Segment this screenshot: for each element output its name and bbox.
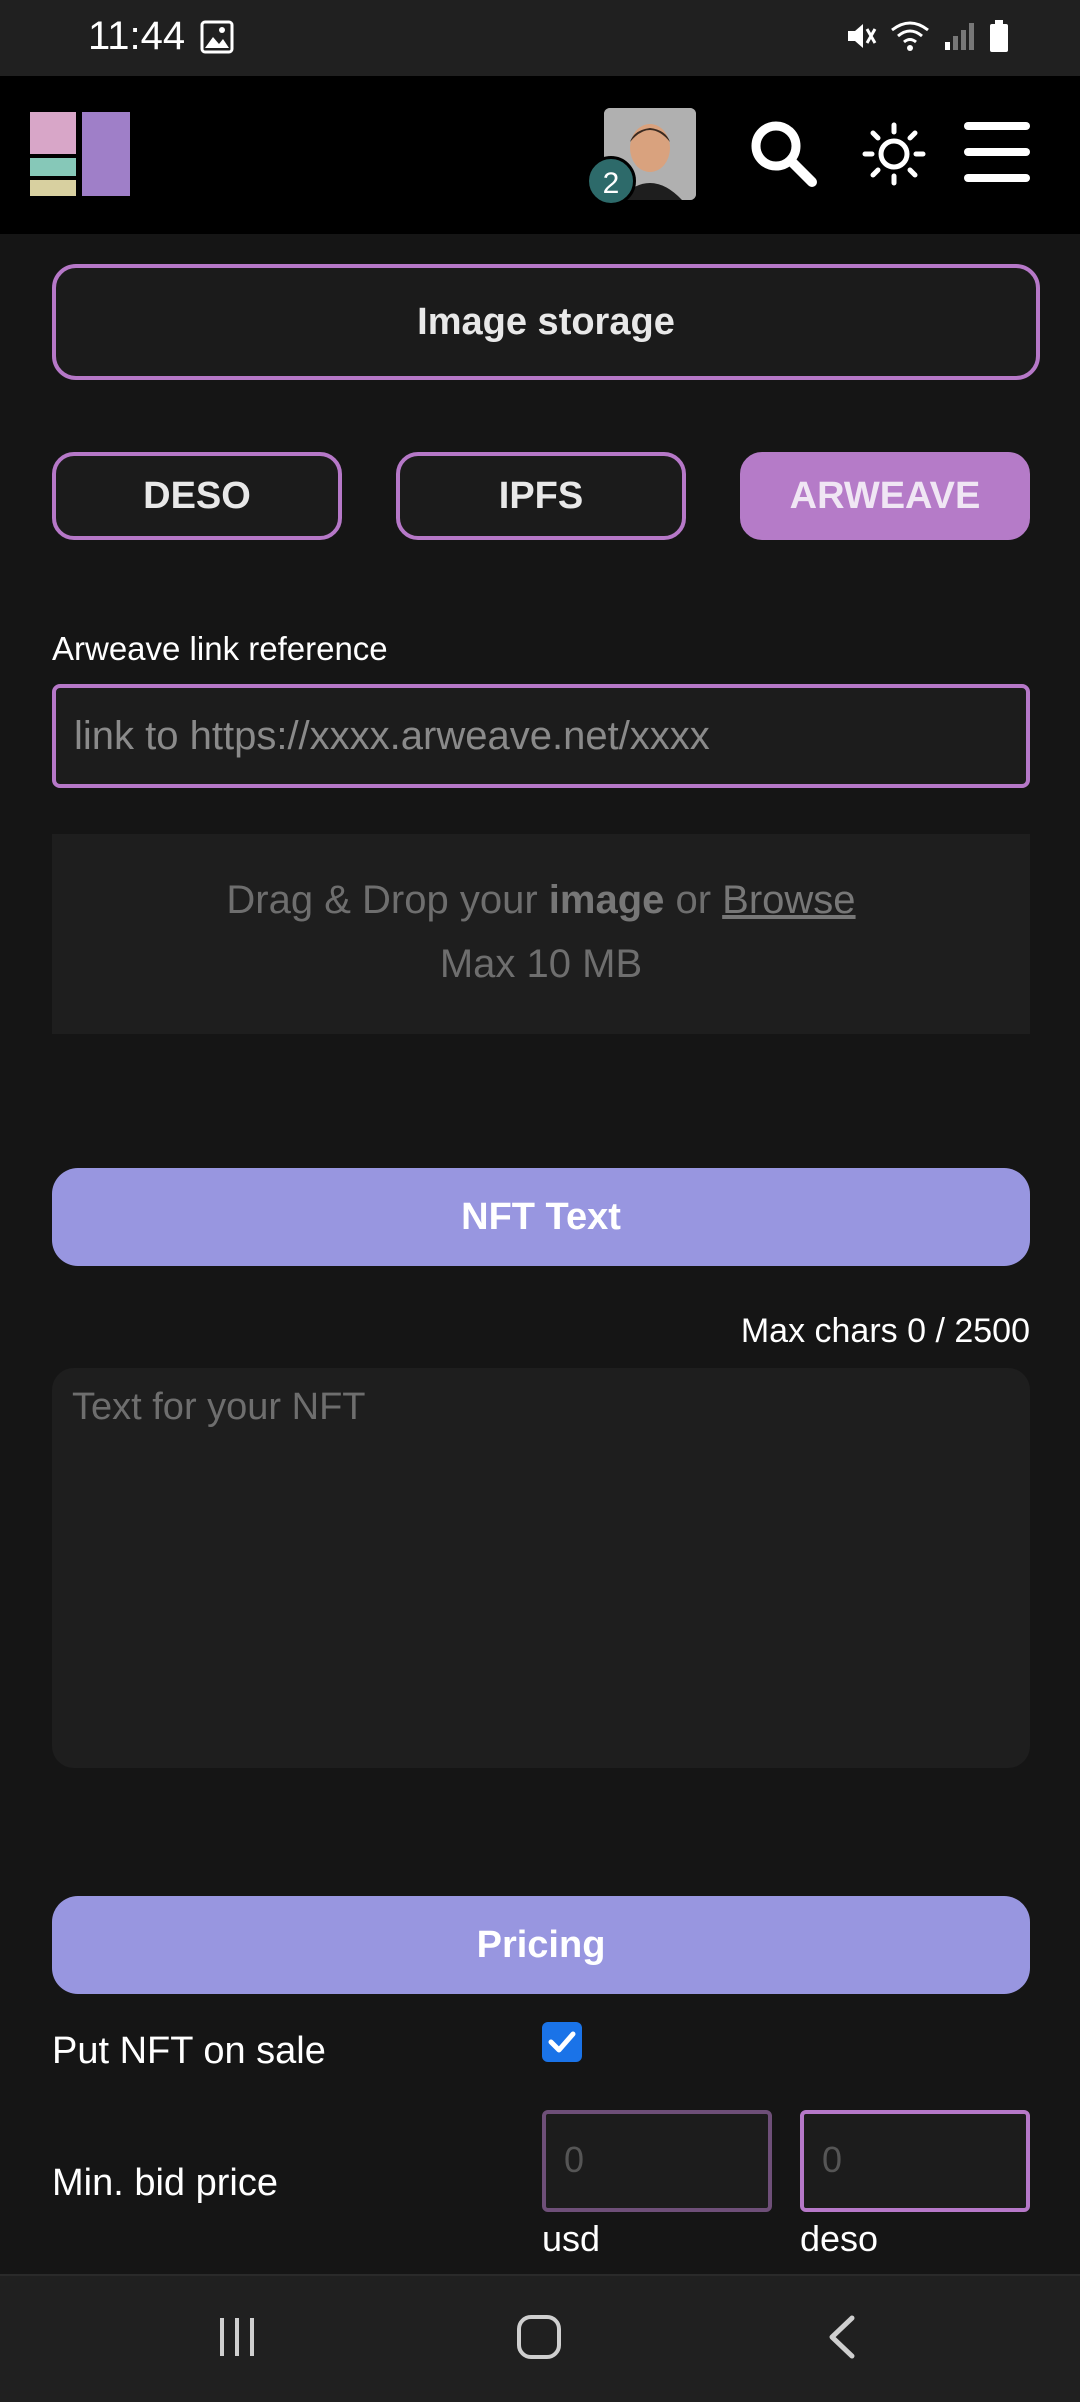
put-on-sale-label: Put NFT on sale (52, 2030, 326, 2072)
arweave-link-label: Arweave link reference (52, 630, 388, 667)
search-icon[interactable] (748, 118, 820, 190)
dropzone-image-word: image (548, 878, 665, 922)
min-bid-deso-input[interactable]: 0 (800, 2110, 1030, 2212)
nft-text-section-header[interactable]: NFT Text (52, 1168, 1030, 1266)
notification-badge: 2 (586, 156, 636, 206)
app-logo-icon[interactable] (30, 112, 130, 202)
min-bid-usd-input[interactable]: 0 (542, 2110, 772, 2212)
theme-toggle-icon[interactable] (862, 122, 926, 186)
back-icon[interactable] (824, 2314, 860, 2360)
image-storage-button[interactable]: Image storage (52, 264, 1040, 380)
usd-unit-label: usd (542, 2218, 601, 2259)
checkmark-icon (548, 2031, 576, 2053)
wifi-icon (891, 21, 929, 51)
char-counter: Max chars 0 / 2500 (740, 1312, 1030, 1350)
min-bid-label: Min. bid price (52, 2162, 278, 2204)
deso-unit-label: deso (800, 2218, 879, 2259)
pricing-section-header[interactable]: Pricing (52, 1896, 1030, 1994)
dropzone-size-limit: Max 10 MB (439, 942, 643, 986)
nft-text-input[interactable]: Text for your NFT (52, 1368, 1030, 1768)
menu-icon[interactable] (962, 120, 1032, 184)
arweave-link-input[interactable]: link to https://xxxx.arweave.net/xxxx (52, 684, 1030, 788)
put-on-sale-checkbox[interactable] (542, 2022, 582, 2062)
status-icons (842, 18, 1010, 54)
mute-icon (848, 24, 877, 48)
storage-option-deso[interactable]: DESO (52, 452, 342, 540)
image-dropzone[interactable]: Drag & Drop your image or Browse Max 10 … (52, 834, 1030, 1034)
status-bar: 11:44 (0, 0, 1080, 76)
browse-link[interactable]: Browse (722, 878, 855, 922)
system-nav-bar (0, 2274, 1080, 2402)
status-time: 11:44 (88, 14, 186, 58)
dropzone-or-text: or (664, 878, 723, 922)
gallery-icon (200, 20, 234, 54)
home-icon[interactable] (516, 2314, 562, 2360)
dropzone-prefix-text: Drag & Drop your (226, 878, 549, 922)
signal-icon (945, 23, 974, 50)
storage-option-ipfs[interactable]: IPFS (396, 452, 686, 540)
storage-option-arweave[interactable]: ARWEAVE (740, 452, 1030, 540)
battery-icon (990, 20, 1008, 52)
recent-apps-icon[interactable] (216, 2316, 258, 2358)
dropzone-instructions: Drag & Drop your image or Browse (52, 878, 1030, 923)
